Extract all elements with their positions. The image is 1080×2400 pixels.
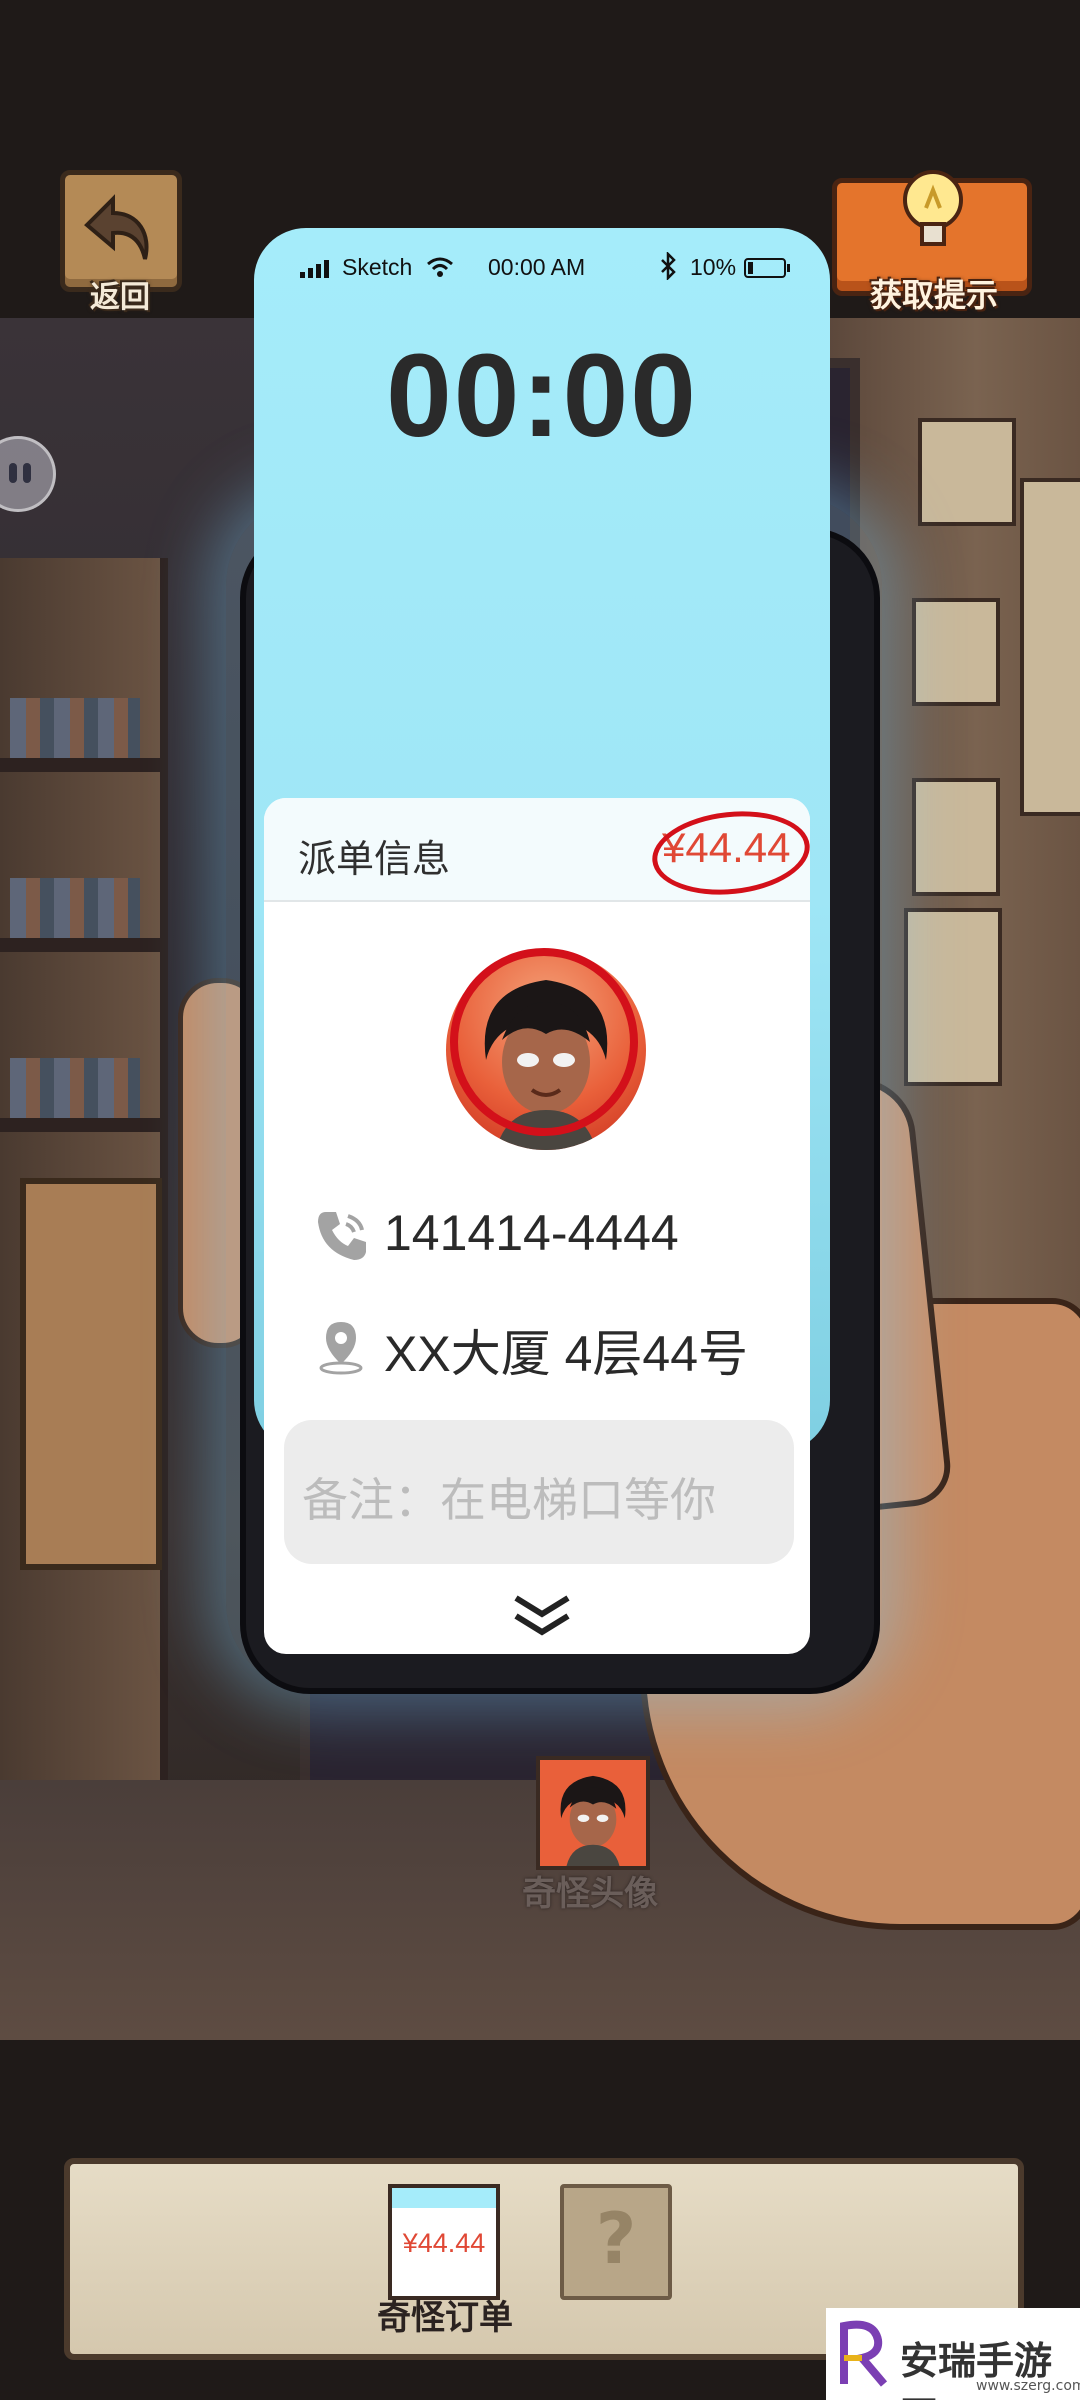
carrier-name: Sketch	[342, 254, 413, 280]
avatar-found-marker	[435, 933, 653, 1151]
wall-poster	[912, 778, 1000, 896]
battery-percent: 10%	[690, 254, 737, 280]
wooden-cabinet	[20, 1178, 162, 1570]
avatar-face-icon	[560, 1775, 626, 1866]
signal-icon	[300, 260, 329, 278]
wall-poster	[1020, 478, 1080, 816]
phone-icon	[318, 1212, 366, 1260]
status-bar: Sketch 00:00 AM 10%	[254, 250, 830, 290]
found-avatar-label: 奇怪头像	[522, 1874, 658, 1914]
wall-poster	[918, 418, 1016, 526]
expand-chevron-icon[interactable]	[512, 1592, 572, 1636]
wifi-icon	[427, 257, 453, 277]
bluetooth-icon	[661, 252, 676, 280]
battery-icon	[744, 258, 790, 278]
order-note: 备注：在电梯口等你	[302, 1473, 716, 1527]
lightbulb-icon	[903, 170, 963, 246]
found-item-slot[interactable]: ¥44.44	[388, 2184, 500, 2300]
found-item-label: 奇怪订单	[377, 2298, 513, 2338]
phone-clock: 00:00	[386, 330, 698, 462]
back-arrow-icon	[84, 194, 149, 260]
side-float-button[interactable]	[0, 436, 56, 512]
wall-poster	[912, 598, 1000, 706]
order-card[interactable]: 派单信息 ¥44.44 141414-4444 XX大厦 4层44号 备注：在电…	[264, 798, 814, 1654]
hint-label[interactable]: 获取提示	[846, 270, 1022, 316]
order-title: 派单信息	[298, 837, 451, 881]
found-avatar-thumbnail	[536, 1756, 650, 1870]
found-item-price: ¥44.44	[402, 2228, 486, 2258]
status-time: 00:00 AM	[488, 254, 586, 280]
site-logo-icon	[840, 2320, 888, 2387]
customer-phone: 141414-4444	[384, 1205, 679, 1261]
empty-item-slot[interactable]: ?	[560, 2184, 672, 2300]
wall-poster	[904, 908, 1002, 1086]
back-label[interactable]: 返回	[70, 272, 170, 316]
watermark: 安瑞手游网 www.szerg.com	[826, 2308, 1080, 2400]
customer-address: XX大厦 4层44号	[384, 1326, 749, 1382]
question-mark-icon: ?	[595, 2198, 637, 2280]
watermark-url: www.szerg.com	[976, 2378, 1080, 2394]
note-box: 备注：在电梯口等你	[284, 1420, 794, 1564]
location-pin-icon	[319, 1322, 363, 1375]
game-screen: 返回 获取提示 点击画面找出奇怪的地方	[0, 0, 1080, 2400]
